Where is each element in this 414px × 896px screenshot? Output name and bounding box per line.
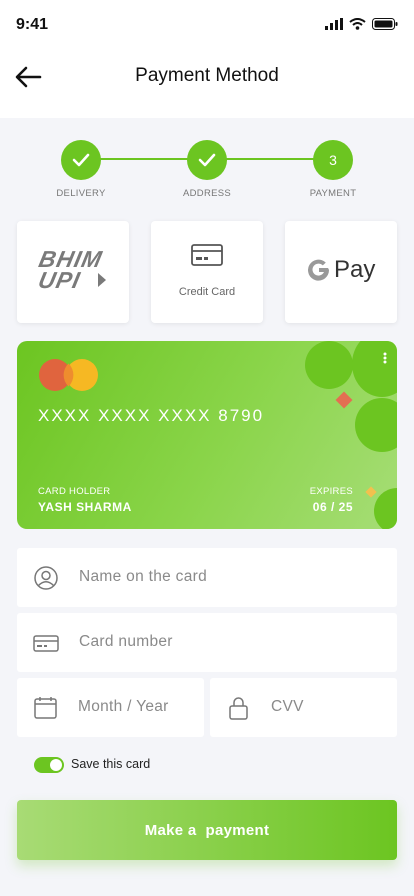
expiry-field[interactable]: Month / Year [17, 678, 204, 737]
card-decoration-circle [374, 488, 397, 529]
card-number: XXXX XXXX XXXX 8790 [38, 406, 265, 425]
check-icon [72, 153, 90, 167]
step-label-payment: PAYMENT [309, 188, 357, 199]
stepper-connector [225, 158, 315, 160]
google-pay-logo: Pay [306, 256, 375, 284]
card-holder-name: YASH SHARMA [38, 500, 132, 514]
save-card-label: Save this card [71, 757, 151, 771]
credit-card-icon [33, 635, 59, 652]
battery-icon [372, 18, 398, 30]
status-time: 9:41 [16, 16, 49, 33]
step-address [187, 140, 227, 180]
google-pay-text: Pay [334, 256, 376, 283]
name-on-card-placeholder: Name on the card [79, 568, 208, 585]
toggle-knob [50, 759, 62, 771]
name-on-card-field[interactable]: Name on the card [17, 548, 397, 607]
expiry-placeholder: Month / Year [78, 698, 169, 715]
payment-option-bhim-upi[interactable]: BHIM UPI [17, 221, 129, 323]
card-decoration-circle [305, 341, 353, 389]
card-expires-label: EXPIRES [309, 486, 353, 497]
card-number-field[interactable]: Card number [17, 613, 397, 672]
app-header: Payment Method [0, 52, 414, 118]
save-card-toggle[interactable] [34, 757, 64, 773]
card-expires-value: 06 / 25 [312, 500, 353, 514]
calendar-icon [34, 697, 57, 719]
google-g-icon [308, 259, 330, 281]
card-number-placeholder: Card number [79, 633, 173, 650]
cvv-placeholder: CVV [271, 698, 304, 715]
step-number: 3 [329, 152, 337, 168]
wifi-icon [349, 18, 366, 30]
step-label-address: ADDRESS [182, 188, 232, 199]
check-icon [198, 153, 216, 167]
card-more-icon[interactable] [383, 352, 387, 364]
step-delivery [61, 140, 101, 180]
page-title: Payment Method [135, 65, 279, 86]
user-icon [34, 566, 58, 590]
stepper-connector [100, 158, 190, 160]
card-decoration-circle [352, 341, 397, 397]
status-icons [325, 18, 398, 30]
upi-arrow-icon [98, 273, 106, 287]
card-holder-label: CARD HOLDER [38, 486, 111, 497]
payment-option-credit-card[interactable]: Credit Card [151, 221, 263, 323]
card-decoration-diamond [365, 486, 377, 498]
signal-icon [325, 18, 343, 30]
status-bar: 9:41 [0, 0, 414, 52]
step-label-delivery: DELIVERY [56, 188, 106, 199]
credit-card-preview: XXXX XXXX XXXX 8790 CARD HOLDER YASH SHA… [17, 341, 397, 529]
upi-logo-text: UPI [36, 267, 83, 293]
bhim-upi-logo: BHIM UPI [33, 246, 105, 293]
credit-card-label: Credit Card [178, 286, 236, 298]
cvv-field[interactable]: CVV [210, 678, 397, 737]
credit-card-icon [191, 244, 223, 266]
make-payment-button[interactable]: Make a payment [17, 800, 397, 860]
card-decoration-circle [355, 398, 397, 452]
checkout-stepper: DELIVERY ADDRESS 3 PAYMENT [0, 140, 414, 210]
lock-icon [229, 697, 248, 720]
card-decoration-diamond [335, 391, 353, 409]
step-payment: 3 [313, 140, 353, 180]
payment-option-google-pay[interactable]: Pay [285, 221, 397, 323]
mastercard-logo [39, 359, 98, 391]
